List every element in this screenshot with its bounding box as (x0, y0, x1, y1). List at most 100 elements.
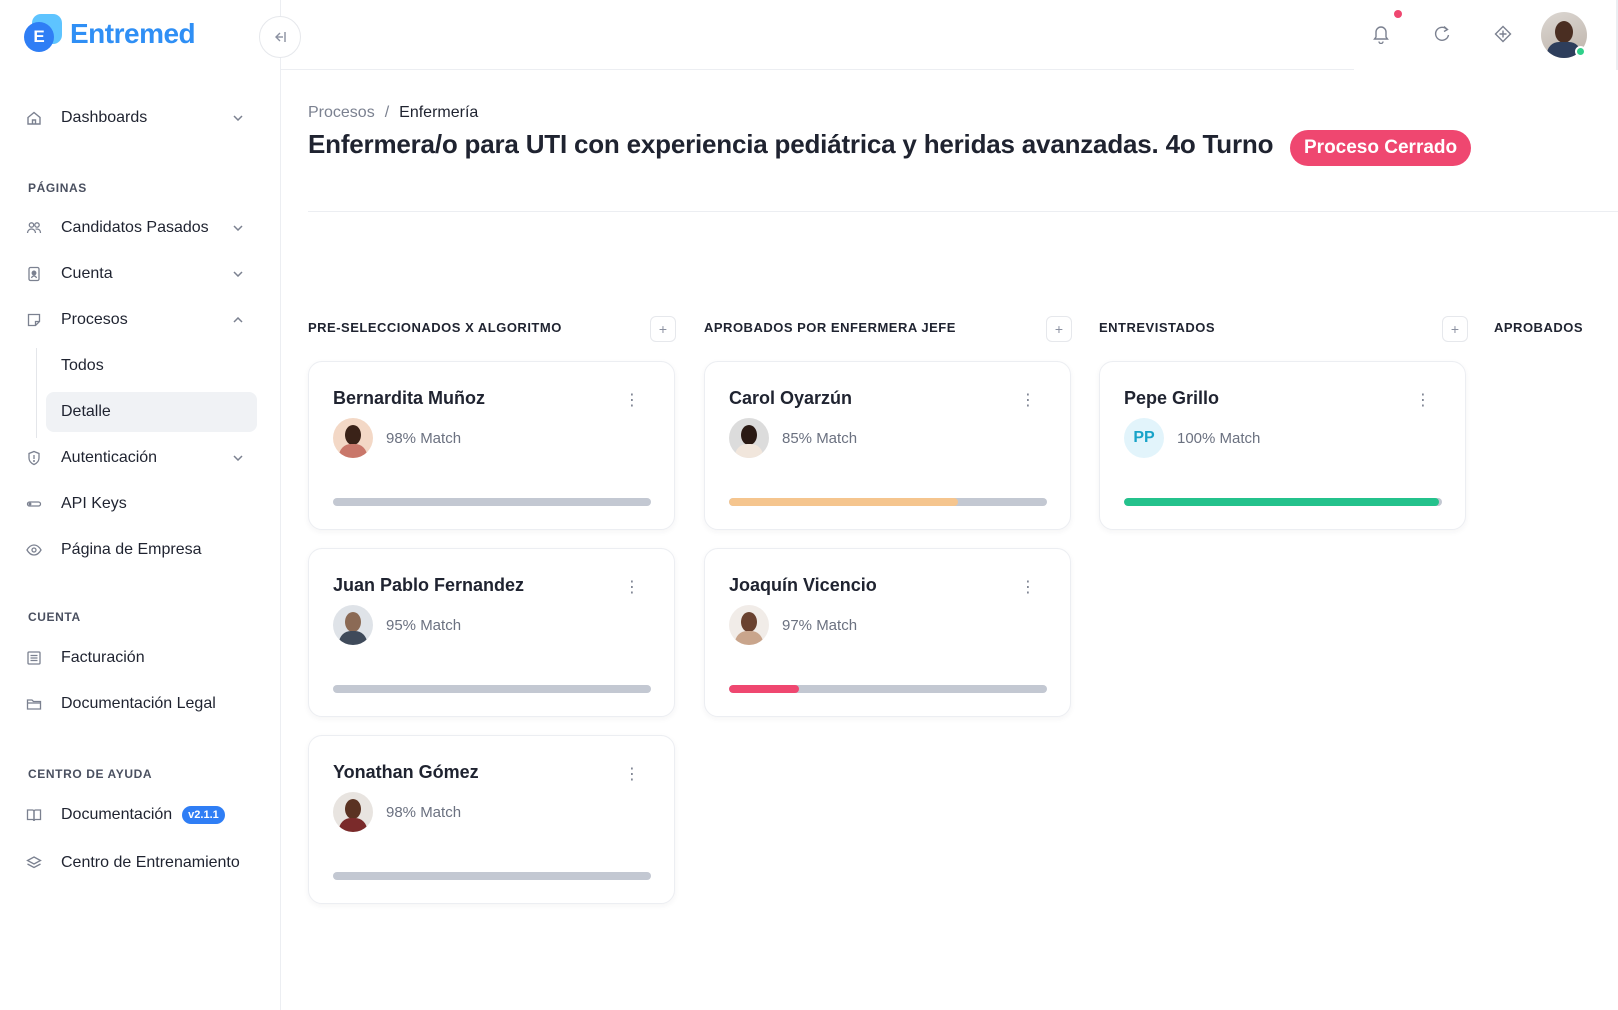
sidebar-subitem-todos[interactable]: Todos (46, 346, 257, 386)
chevron-down-icon (229, 449, 247, 467)
more-options-icon[interactable]: ⋮ (624, 580, 640, 605)
match-progress-bar (333, 685, 651, 693)
sidebar-item-candidatos[interactable]: Candidatos Pasados (24, 208, 257, 248)
match-score: 85% Match (782, 430, 858, 447)
chevron-down-icon (229, 265, 247, 283)
sidebar-item-dashboards[interactable]: Dashboards (24, 98, 257, 138)
sidebar-item-label: Facturación (61, 649, 145, 666)
match-progress-bar (729, 685, 1047, 693)
sidebar-item-label: Cuenta (61, 265, 113, 282)
candidate-avatar (729, 418, 769, 458)
candidate-avatar (333, 792, 373, 832)
add-card-button[interactable]: + (650, 316, 676, 342)
match-score: 98% Match (386, 430, 462, 447)
candidate-name: Juan Pablo Fernandez (333, 575, 525, 595)
shield-icon (24, 448, 44, 468)
sidebar-item-label: Autenticación (61, 449, 158, 466)
column-title-preseleccionados: PRE-SELECCIONADOS X ALGORITMO (308, 320, 562, 335)
section-label-paginas: PÁGINAS (28, 181, 87, 195)
sidebar-item-documentacion[interactable]: Documentación v2.1.1 (24, 795, 257, 835)
candidate-card[interactable]: Bernardita Muñoz ⋮ 98% Match (308, 361, 675, 530)
sidebar-item-label: Centro de Entrenamiento (61, 854, 240, 871)
id-badge-icon (24, 264, 44, 284)
layers-icon (24, 853, 44, 873)
add-card-button[interactable]: + (1442, 316, 1468, 342)
match-progress-bar (333, 498, 651, 506)
users-icon (24, 218, 44, 238)
section-label-centro-ayuda: CENTRO DE AYUDA (28, 767, 153, 781)
brand-name: Entremed (70, 18, 196, 49)
candidate-avatar (729, 605, 769, 645)
candidate-card[interactable]: Carol Oyarzún ⋮ 85% Match (704, 361, 1071, 530)
topbar (281, 0, 1354, 70)
add-card-button[interactable]: + (1046, 316, 1072, 342)
column-title-entrevistados: ENTREVISTADOS (1099, 320, 1216, 335)
sidebar-item-label: Documentación Legal (61, 695, 216, 712)
section-label-cuenta: CUENTA (28, 610, 81, 624)
key-icon (24, 494, 44, 514)
more-options-icon[interactable]: ⋮ (1020, 393, 1036, 418)
column-title-aprobados: APROBADOS (1494, 320, 1584, 335)
sidebar-item-pagina-empresa[interactable]: Página de Empresa (24, 530, 257, 570)
apps-diamond-icon[interactable] (1491, 22, 1515, 46)
notifications-bell-icon[interactable] (1369, 22, 1393, 46)
notification-dot (1394, 10, 1402, 18)
sidebar-item-label: API Keys (61, 495, 127, 512)
sidebar-item-cuenta[interactable]: Cuenta (24, 254, 257, 294)
candidate-card[interactable]: Joaquín Vicencio ⋮ 97% Match (704, 548, 1071, 717)
book-icon (24, 805, 44, 825)
sidebar-item-api-keys[interactable]: API Keys (24, 484, 257, 524)
eye-icon (24, 540, 44, 560)
refresh-icon[interactable] (1430, 22, 1454, 46)
sidebar-item-label: Procesos (61, 311, 128, 328)
sidebar-subitem-detalle[interactable]: Detalle (46, 392, 257, 432)
more-options-icon[interactable]: ⋮ (624, 393, 640, 418)
sidebar-item-documentacion-legal[interactable]: Documentación Legal (24, 684, 257, 724)
chevron-down-icon (229, 219, 247, 237)
match-progress-bar (729, 498, 1047, 506)
candidate-card[interactable]: Yonathan Gómez ⋮ 98% Match (308, 735, 675, 904)
online-status-dot (1575, 46, 1586, 57)
candidate-avatar (333, 418, 373, 458)
invoice-icon (24, 648, 44, 668)
column-title-aprobados-jefe: APROBADOS POR ENFERMERA JEFE (704, 320, 956, 335)
candidate-avatar (333, 605, 373, 645)
candidate-name: Bernardita Muñoz (333, 388, 486, 408)
header-divider (308, 211, 1618, 212)
sidebar-item-autenticacion[interactable]: Autenticación (24, 438, 257, 478)
match-score: 98% Match (386, 804, 462, 821)
breadcrumb: Procesos / Enfermería (308, 104, 478, 122)
sticky-note-icon (24, 310, 44, 330)
more-options-icon[interactable]: ⋮ (624, 767, 640, 792)
candidate-name: Pepe Grillo (1124, 388, 1220, 408)
breadcrumb-parent-link[interactable]: Procesos (308, 104, 375, 122)
candidate-card[interactable]: Pepe Grillo ⋮ PP 100% Match (1099, 361, 1466, 530)
more-options-icon[interactable]: ⋮ (1415, 393, 1431, 418)
folder-icon (24, 694, 44, 714)
match-score: 100% Match (1177, 430, 1261, 447)
match-score: 95% Match (386, 617, 462, 634)
breadcrumb-current: Enfermería (399, 104, 479, 121)
sidebar-item-label: Página de Empresa (61, 541, 202, 558)
match-progress-bar (1124, 498, 1442, 506)
sidebar-item-label: Dashboards (61, 109, 148, 126)
collapse-sidebar-button[interactable] (259, 16, 301, 58)
version-badge: v2.1.1 (182, 806, 225, 824)
logo-mark-icon: E (24, 14, 64, 54)
match-score: 97% Match (782, 617, 858, 634)
candidate-card[interactable]: Juan Pablo Fernandez ⋮ 95% Match (308, 548, 675, 717)
submenu-line (36, 348, 37, 438)
sidebar-item-facturacion[interactable]: Facturación (24, 638, 257, 678)
candidate-name: Joaquín Vicencio (729, 575, 877, 595)
progress-fill (729, 685, 799, 693)
candidate-name: Carol Oyarzún (729, 388, 853, 408)
sidebar-item-label: Candidatos Pasados (61, 219, 209, 236)
chevron-down-icon (229, 109, 247, 127)
sidebar-item-procesos[interactable]: Procesos (24, 300, 257, 340)
more-options-icon[interactable]: ⋮ (1020, 580, 1036, 605)
sidebar-item-entrenamiento[interactable]: Centro de Entrenamiento (24, 843, 257, 883)
home-icon (24, 108, 44, 128)
brand-logo[interactable]: E Entremed (24, 14, 196, 54)
page-title: Enfermera/o para UTI con experiencia ped… (308, 129, 1274, 159)
status-badge: Proceso Cerrado (1290, 130, 1472, 166)
